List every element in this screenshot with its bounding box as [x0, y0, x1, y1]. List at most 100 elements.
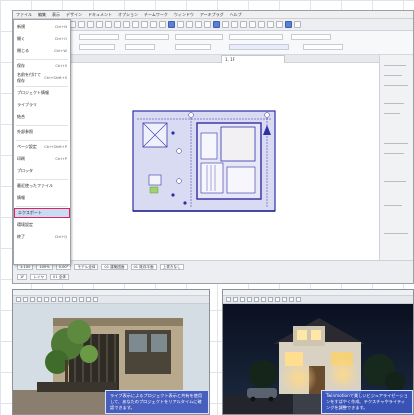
pen-set-icon[interactable] [204, 21, 211, 28]
redo-icon[interactable] [78, 21, 85, 28]
menu-item-6[interactable]: チームワーク [144, 12, 168, 18]
mini-toolbar-2 [223, 296, 413, 304]
measure-icon[interactable] [276, 21, 283, 28]
file-menu-item-11[interactable]: プロッタ [14, 166, 70, 176]
info-field-6[interactable] [79, 44, 115, 50]
status-chip-2[interactable]: 01 全体 [50, 274, 69, 280]
teamwork-icon[interactable] [231, 21, 238, 28]
publish-icon[interactable] [222, 21, 229, 28]
info-field-3[interactable] [175, 34, 223, 40]
mini-toolbar [13, 296, 209, 304]
file-menu-item-label: 環境設定 [17, 222, 33, 227]
tab-floor-1[interactable]: 1. 1F [221, 55, 285, 63]
floor-plan-drawing [132, 110, 276, 212]
status-chip-4[interactable]: 01 建築図面 [101, 264, 128, 270]
file-menu-item-9[interactable]: ページ設定 Ctrl+Shift+P [14, 142, 70, 152]
file-menu-item-label: 外部参照 [17, 129, 33, 134]
file-menu-item-10[interactable]: 印刷 Ctrl+P [14, 154, 70, 164]
info-field-2[interactable] [125, 34, 169, 40]
info-field-8[interactable] [175, 44, 211, 50]
info-field-10[interactable] [303, 44, 343, 50]
file-menu-item-label: 情報 [17, 195, 25, 200]
snap-icon[interactable] [258, 21, 265, 28]
menu-item-2[interactable]: 表示 [52, 12, 60, 18]
file-menu-item-shortcut: Ctrl+O [54, 37, 67, 41]
file-menu-item-8[interactable]: 外部参照 [14, 127, 70, 137]
menu-item-1[interactable]: 編集 [38, 12, 46, 18]
render-icon[interactable] [213, 21, 220, 28]
info-field-7[interactable] [125, 44, 155, 50]
menu-separator [16, 86, 68, 87]
file-menu-item-1[interactable]: 開く Ctrl+O [14, 34, 70, 44]
file-menu-item-label: プロジェクト情報 [17, 90, 49, 95]
settings-icon[interactable] [240, 21, 247, 28]
menu-bar: ファイル 編集 表示 デザイン ドキュメント オプション チームワーク ウィンドウ アーキプラグ… [13, 11, 413, 19]
select-icon[interactable] [114, 21, 121, 28]
file-menu-item-0[interactable]: 新規 Ctrl+N [14, 22, 70, 32]
menu-item-7[interactable]: ウィンドウ [174, 12, 194, 18]
status-bar: 1:100 100% 0.00° モデル全体 01 建築図面 01 既存平面 上書きなし 1… [13, 260, 413, 283]
info-box [13, 31, 413, 55]
floor-plan-canvas[interactable] [71, 63, 379, 260]
menu-item-3[interactable]: デザイン [66, 12, 82, 18]
status-chip-3[interactable]: モデル全体 [74, 264, 99, 270]
file-menu-item-shortcut: Ctrl+W [54, 49, 67, 53]
marquee-icon[interactable] [123, 21, 130, 28]
find-select-icon[interactable] [285, 21, 292, 28]
zoom-icon[interactable] [132, 21, 139, 28]
file-menu-item-4[interactable]: 名前を付けて保存 Ctrl+Shift+S [14, 72, 70, 83]
menu-separator [16, 59, 68, 60]
status-chip-6[interactable]: 上書きなし [159, 264, 184, 270]
info-field-1[interactable] [79, 34, 119, 40]
layer-options-row: 1F レイヤ 01 全体 [13, 272, 413, 282]
menu-item-4[interactable]: ドキュメント [88, 12, 112, 18]
file-menu-item-shortcut: Ctrl+Q [54, 235, 67, 239]
status-chip-0[interactable]: 1F [17, 274, 28, 280]
section-icon[interactable] [177, 21, 184, 28]
layer-icon[interactable] [195, 21, 202, 28]
menu-item-9[interactable]: ヘルプ [230, 12, 242, 18]
info-field-4[interactable] [229, 34, 283, 40]
menu-item-5[interactable]: オプション [118, 12, 138, 18]
info-field-9[interactable] [229, 44, 289, 50]
floor-plan-icon[interactable] [168, 21, 175, 28]
file-menu-item-shortcut: Ctrl+P [55, 157, 67, 161]
info-field-5[interactable] [291, 34, 331, 40]
file-menu-item-2[interactable]: 閉じる Ctrl+W [14, 46, 70, 56]
guide-icon[interactable] [267, 21, 274, 28]
file-menu-item-label: 印刷 [17, 156, 25, 161]
menu-separator [16, 140, 68, 141]
file-menu-item-label: 新規 [17, 24, 25, 29]
menu-item-0[interactable]: ファイル [16, 12, 32, 18]
menu-separator [16, 206, 68, 207]
cut-icon[interactable] [87, 21, 94, 28]
file-menu-item-label: ライブラリ [17, 102, 37, 107]
live-view-caption: ライブ表示によるプロジェクト表示と共有を使用して、あなたのプロジェクトをリアルタ… [105, 390, 209, 414]
file-menu-item-label: 結合 [17, 114, 25, 119]
more-icon[interactable] [294, 21, 301, 28]
archicad-main-window: ファイル 編集 表示 デザイン ドキュメント オプション チームワーク ウィンドウ アーキプラグ… [12, 10, 414, 284]
file-menu-item-15[interactable]: 環境設定 [14, 220, 70, 230]
file-menu-item-label: プロッタ [17, 168, 33, 173]
file-menu-item-13[interactable]: 情報 [14, 193, 70, 203]
file-menu-item-7[interactable]: 結合 [14, 112, 70, 122]
menu-separator [16, 125, 68, 126]
pan-icon[interactable] [141, 21, 148, 28]
file-menu-item-14[interactable]: エクスポート [14, 208, 70, 218]
quick-options-row: 1:100 100% 0.00° モデル全体 01 建築図面 01 既存平面 上書きなし [13, 262, 413, 272]
status-chip-1[interactable]: レイヤ [30, 274, 48, 280]
status-chip-5[interactable]: 01 既存平面 [130, 264, 157, 270]
file-menu-item-3[interactable]: 保存 Ctrl+S [14, 61, 70, 71]
elevation-icon[interactable] [186, 21, 193, 28]
copy-icon[interactable] [96, 21, 103, 28]
fit-icon[interactable] [150, 21, 157, 28]
file-menu-item-12[interactable]: 最近使ったファイル [14, 181, 70, 191]
file-menu-item-16[interactable]: 終了 Ctrl+Q [14, 232, 70, 242]
twinmotion-caption: Twinmotionで美しいビジュアライゼーションをすばやく作成、テクスチャやラ… [321, 390, 413, 414]
file-menu-item-6[interactable]: ライブラリ [14, 100, 70, 110]
paste-icon[interactable] [105, 21, 112, 28]
menu-item-8[interactable]: アーキプラグ [200, 12, 224, 18]
grid-icon[interactable] [249, 21, 256, 28]
3d-view-icon[interactable] [159, 21, 166, 28]
file-menu-item-5[interactable]: プロジェクト情報 [14, 88, 70, 98]
